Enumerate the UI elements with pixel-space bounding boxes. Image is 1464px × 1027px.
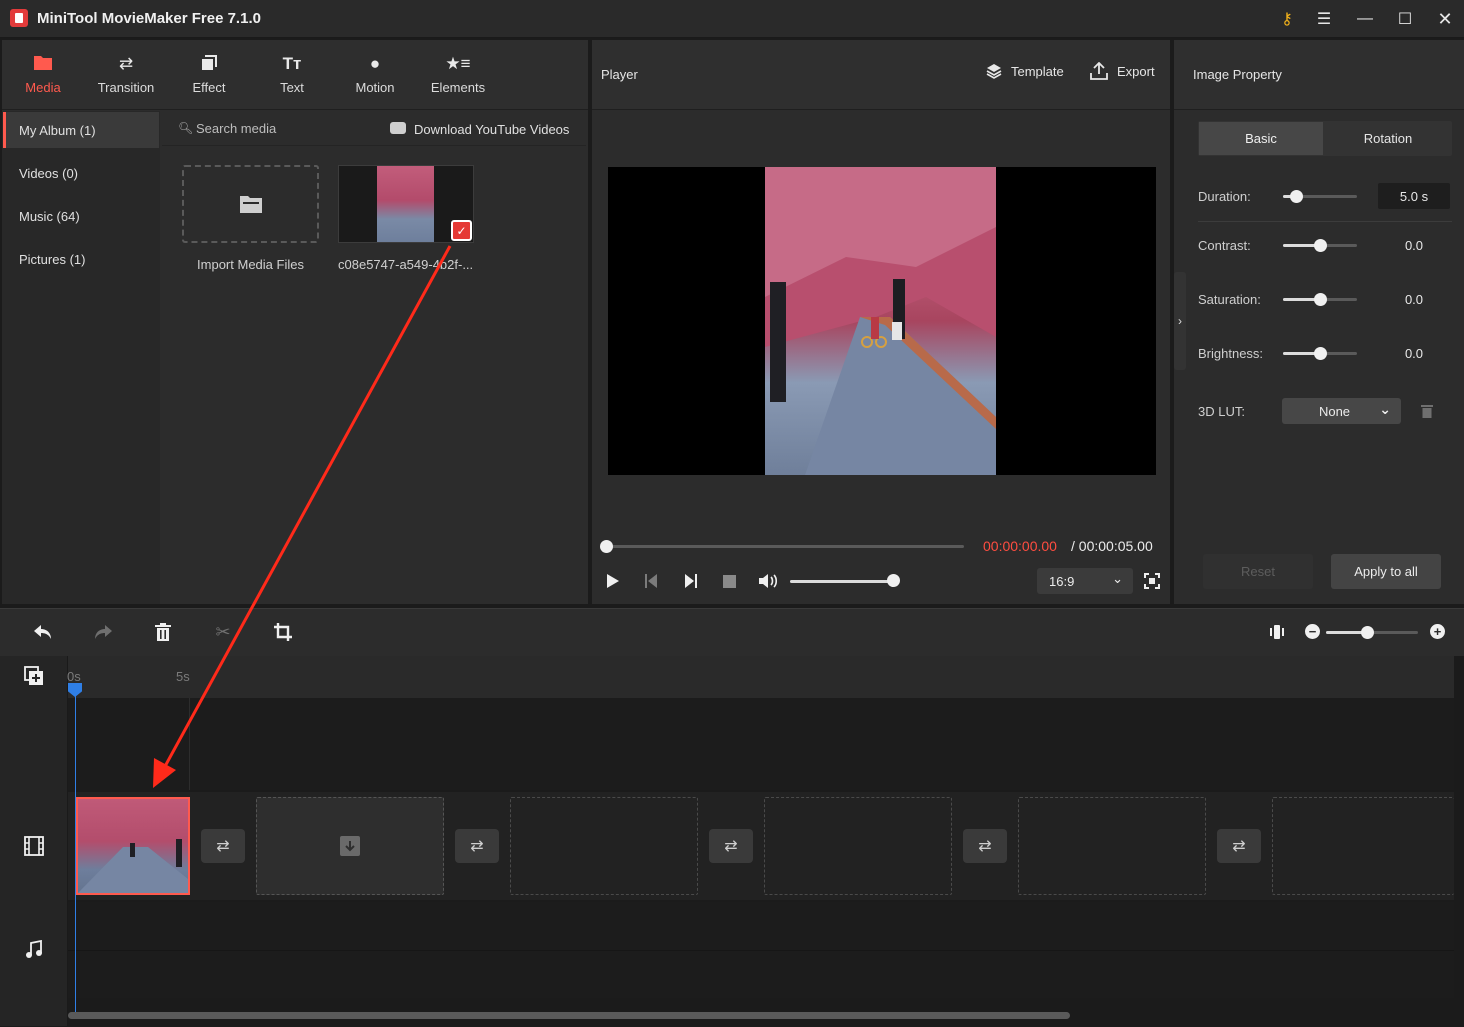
drag-annotation-arrow bbox=[153, 245, 452, 788]
